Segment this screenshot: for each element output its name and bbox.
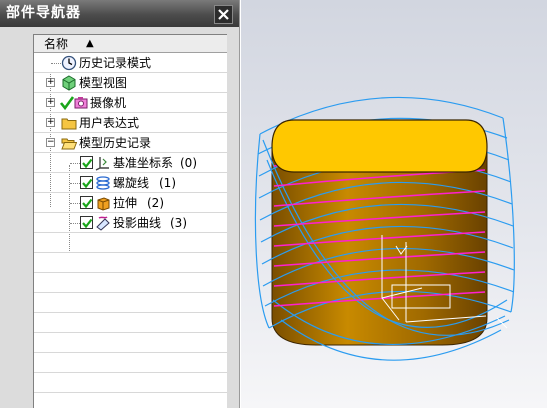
camera-icon bbox=[74, 97, 88, 109]
expand-plus-icon[interactable]: + bbox=[46, 78, 55, 87]
feature-index: (0) bbox=[180, 156, 197, 170]
tree-item-projected-curve[interactable]: 投影曲线 (3) bbox=[34, 213, 227, 233]
close-button[interactable] bbox=[214, 5, 233, 24]
tree-branch bbox=[70, 183, 80, 184]
tree-item-history-mode[interactable]: 历史记录模式 bbox=[34, 53, 227, 73]
name-column-header[interactable]: 名称 ▲ bbox=[34, 35, 227, 53]
feature-checkbox[interactable] bbox=[80, 156, 93, 169]
graphics-viewport[interactable] bbox=[241, 0, 547, 408]
tree-item-label: 投影曲线 bbox=[113, 216, 162, 230]
tree-branch bbox=[70, 203, 80, 204]
tree-item-label: 模型历史记录 bbox=[79, 136, 152, 150]
tree-item-label: 螺旋线 bbox=[113, 176, 150, 190]
empty-row bbox=[34, 233, 227, 253]
tree-item-cameras[interactable]: + 摄像机 bbox=[34, 93, 227, 113]
part-navigator-title: 部件导航器 bbox=[0, 0, 239, 27]
tree-item-label: 模型视图 bbox=[79, 76, 128, 90]
feature-index: (3) bbox=[170, 216, 187, 230]
tree-item-label: 摄像机 bbox=[90, 96, 127, 110]
checkmark-icon bbox=[82, 178, 93, 189]
expand-plus-icon[interactable]: + bbox=[46, 118, 55, 127]
extruded-body-top-face[interactable] bbox=[271, 119, 488, 173]
empty-row bbox=[34, 353, 227, 373]
tree-item-label: 用户表达式 bbox=[79, 116, 140, 130]
empty-row bbox=[34, 293, 227, 313]
feature-index: (1) bbox=[159, 176, 176, 190]
empty-row bbox=[34, 253, 227, 273]
part-navigator-panel: 部件导航器 名称 ▲ 历史记录模式 + 模型视图 + 摄像机 + 用户表达式 −… bbox=[0, 0, 240, 408]
projected-curve-icon bbox=[96, 216, 110, 231]
tree-item-datum-csys[interactable]: 基准坐标系 (0) bbox=[34, 153, 227, 173]
checkmark-icon bbox=[82, 158, 93, 169]
clock-icon bbox=[61, 55, 77, 71]
checkmark-icon bbox=[82, 198, 93, 209]
empty-row bbox=[34, 273, 227, 293]
sort-ascending-icon[interactable]: ▲ bbox=[86, 35, 94, 53]
cad-model-view bbox=[254, 96, 515, 361]
tree-item-label: 拉伸 bbox=[113, 196, 138, 210]
tree-panel: 名称 ▲ 历史记录模式 + 模型视图 + 摄像机 + 用户表达式 − 模型历史记… bbox=[33, 34, 227, 408]
tree-item-model-views[interactable]: + 模型视图 bbox=[34, 73, 227, 93]
feature-index: (2) bbox=[147, 196, 164, 210]
tree-item-user-expressions[interactable]: + 用户表达式 bbox=[34, 113, 227, 133]
close-icon bbox=[218, 9, 229, 20]
datum-csys-icon bbox=[95, 157, 109, 171]
extrude-icon bbox=[97, 197, 110, 211]
empty-row bbox=[34, 393, 227, 408]
feature-checkbox[interactable] bbox=[80, 216, 93, 229]
tree-branch bbox=[70, 163, 80, 164]
tree-item-model-history[interactable]: − 模型历史记录 bbox=[34, 133, 227, 153]
collapse-minus-icon[interactable]: − bbox=[46, 138, 55, 147]
tree-branch bbox=[51, 63, 61, 64]
empty-row bbox=[34, 333, 227, 353]
feature-checkbox[interactable] bbox=[80, 196, 93, 209]
tree-item-label: 历史记录模式 bbox=[79, 56, 152, 70]
expand-plus-icon[interactable]: + bbox=[46, 98, 55, 107]
tree-item-extrude[interactable]: 拉伸 (2) bbox=[34, 193, 227, 213]
folder-icon bbox=[61, 118, 77, 130]
empty-row bbox=[34, 373, 227, 393]
helix-icon bbox=[96, 176, 110, 190]
feature-checkbox[interactable] bbox=[80, 176, 93, 189]
model-view-icon bbox=[62, 75, 76, 91]
name-column-label: 名称 bbox=[44, 37, 69, 51]
tree-item-helix[interactable]: 螺旋线 (1) bbox=[34, 173, 227, 193]
empty-row bbox=[34, 313, 227, 333]
checkmark-icon bbox=[82, 218, 93, 229]
folder-open-icon bbox=[61, 138, 77, 150]
tree-branch bbox=[70, 223, 80, 224]
tree-item-label: 基准坐标系 bbox=[113, 156, 174, 170]
